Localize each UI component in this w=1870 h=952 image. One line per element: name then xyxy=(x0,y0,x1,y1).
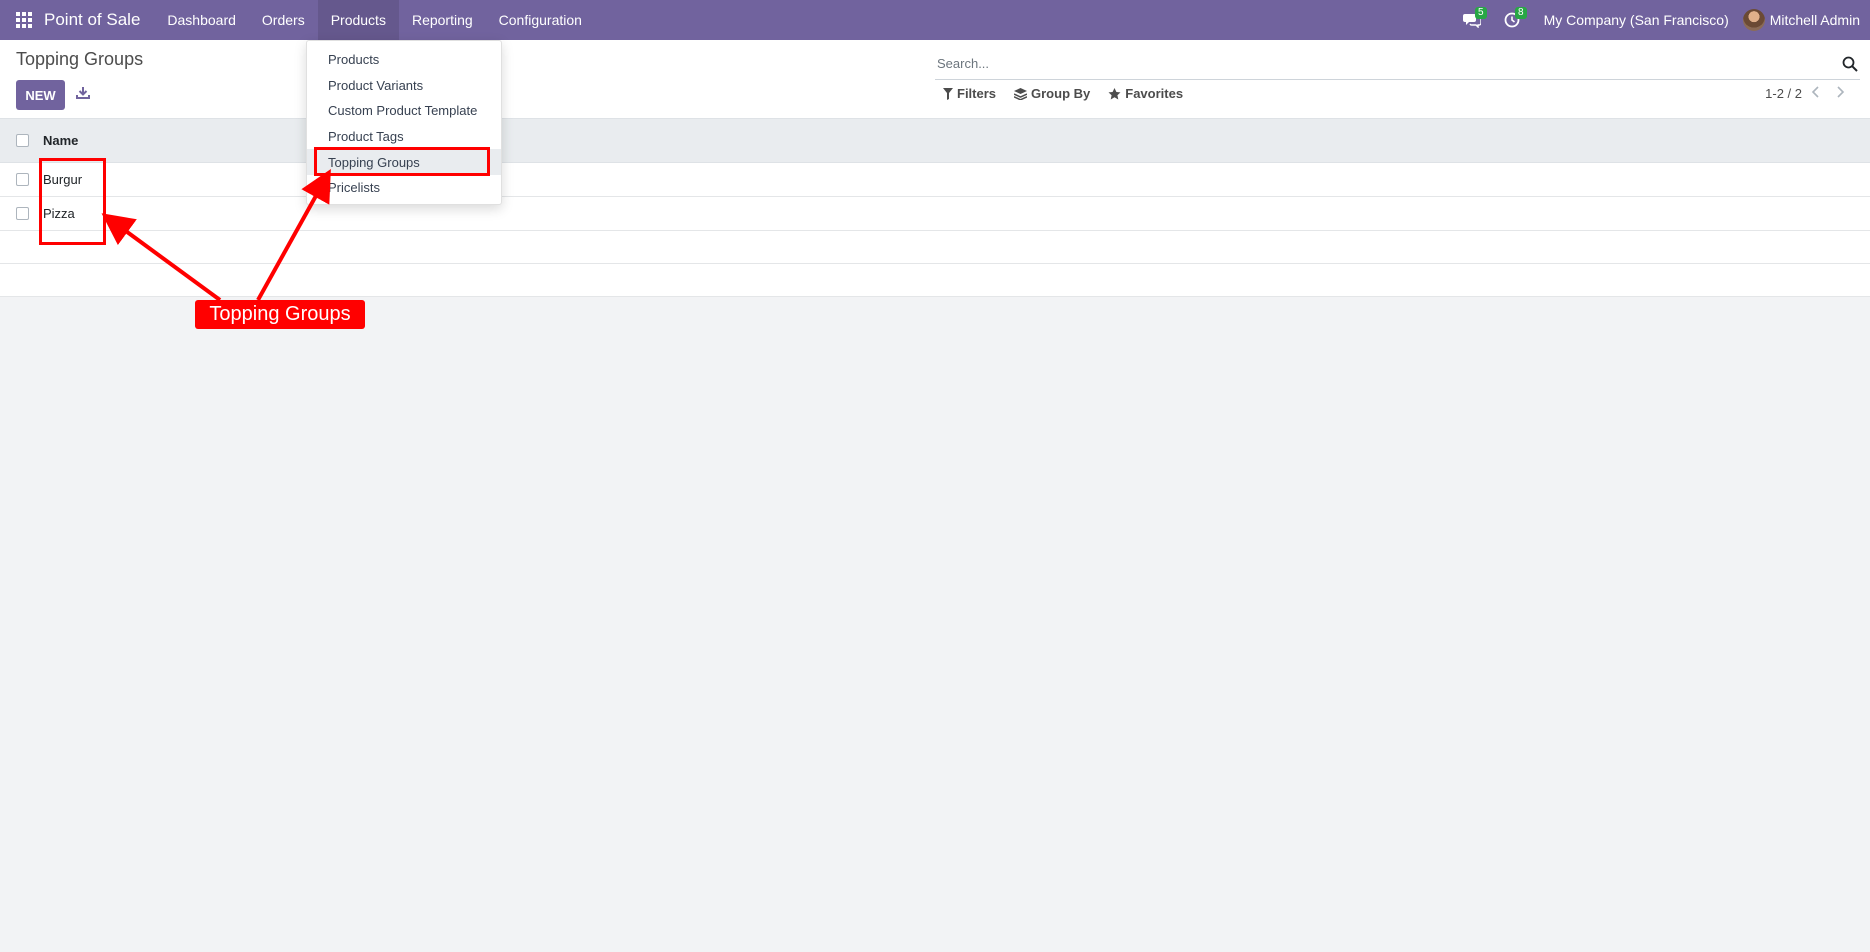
chevron-right-icon[interactable] xyxy=(1832,84,1848,100)
search-input[interactable] xyxy=(935,56,1815,71)
row-checkbox[interactable] xyxy=(16,207,29,220)
products-dropdown: Products Product Variants Custom Product… xyxy=(306,40,502,205)
search-options: Filters Group By Favorites xyxy=(943,86,1201,101)
dropdown-item-pricelists[interactable]: Pricelists xyxy=(307,175,501,201)
user-menu[interactable]: Mitchell Admin xyxy=(1742,9,1870,31)
column-header-name[interactable]: Name xyxy=(43,133,78,148)
empty-row xyxy=(0,231,1870,264)
menu-dashboard[interactable]: Dashboard xyxy=(154,0,249,40)
avatar xyxy=(1742,9,1765,31)
search-bar xyxy=(935,48,1860,80)
activities-badge: 8 xyxy=(1515,7,1527,19)
dropdown-item-product-variants[interactable]: Product Variants xyxy=(307,73,501,99)
row-checkbox[interactable] xyxy=(16,173,29,186)
filter-icon xyxy=(943,87,953,100)
menu-products[interactable]: Products xyxy=(317,0,399,40)
star-icon xyxy=(1108,87,1121,99)
menu-orders[interactable]: Orders xyxy=(249,0,318,40)
group-by-label: Group By xyxy=(1031,86,1091,101)
menu-reporting[interactable]: Reporting xyxy=(399,0,486,40)
list-view: Name Burgur Pizza xyxy=(0,119,1870,297)
user-name: Mitchell Admin xyxy=(1769,12,1860,28)
table-header: Name xyxy=(0,119,1870,163)
control-panel: Topping Groups NEW Filters Group By Favo… xyxy=(0,40,1870,119)
table-row[interactable]: Burgur xyxy=(0,163,1870,197)
messages-badge: 5 xyxy=(1475,7,1487,19)
layers-icon xyxy=(1014,87,1028,100)
select-all-checkbox[interactable] xyxy=(16,134,29,147)
empty-row xyxy=(0,264,1870,297)
new-button[interactable]: NEW xyxy=(16,80,65,110)
filters-button[interactable]: Filters xyxy=(943,86,996,101)
page-title: Topping Groups xyxy=(16,49,144,69)
favorites-label: Favorites xyxy=(1125,86,1184,101)
apps-menu-icon[interactable] xyxy=(0,0,48,40)
app-brand[interactable]: Point of Sale xyxy=(44,10,140,30)
favorites-button[interactable]: Favorites xyxy=(1108,86,1183,101)
company-switcher[interactable]: My Company (San Francisco) xyxy=(1532,12,1743,28)
pager-value[interactable]: 1-2 / 2 xyxy=(1765,86,1802,101)
search-icon[interactable] xyxy=(1842,56,1858,72)
menu-configuration[interactable]: Configuration xyxy=(486,0,595,40)
chevron-left-icon[interactable] xyxy=(1808,84,1824,100)
annotation-label: Topping Groups xyxy=(195,300,365,329)
dropdown-item-product-tags[interactable]: Product Tags xyxy=(307,124,501,150)
group-by-button[interactable]: Group By xyxy=(1014,86,1090,101)
table-row[interactable]: Pizza xyxy=(0,197,1870,231)
annotation-box-list xyxy=(39,158,106,245)
messages-button[interactable]: 5 xyxy=(1452,0,1492,40)
activities-button[interactable]: 8 xyxy=(1492,0,1532,40)
download-icon[interactable] xyxy=(74,84,92,102)
annotation-box-menu-item xyxy=(314,147,490,176)
dropdown-item-custom-product-template[interactable]: Custom Product Template xyxy=(307,98,501,124)
filters-label: Filters xyxy=(957,86,997,101)
top-navbar: Point of Sale Dashboard Orders Products … xyxy=(0,0,1870,40)
dropdown-item-products[interactable]: Products xyxy=(307,47,501,73)
